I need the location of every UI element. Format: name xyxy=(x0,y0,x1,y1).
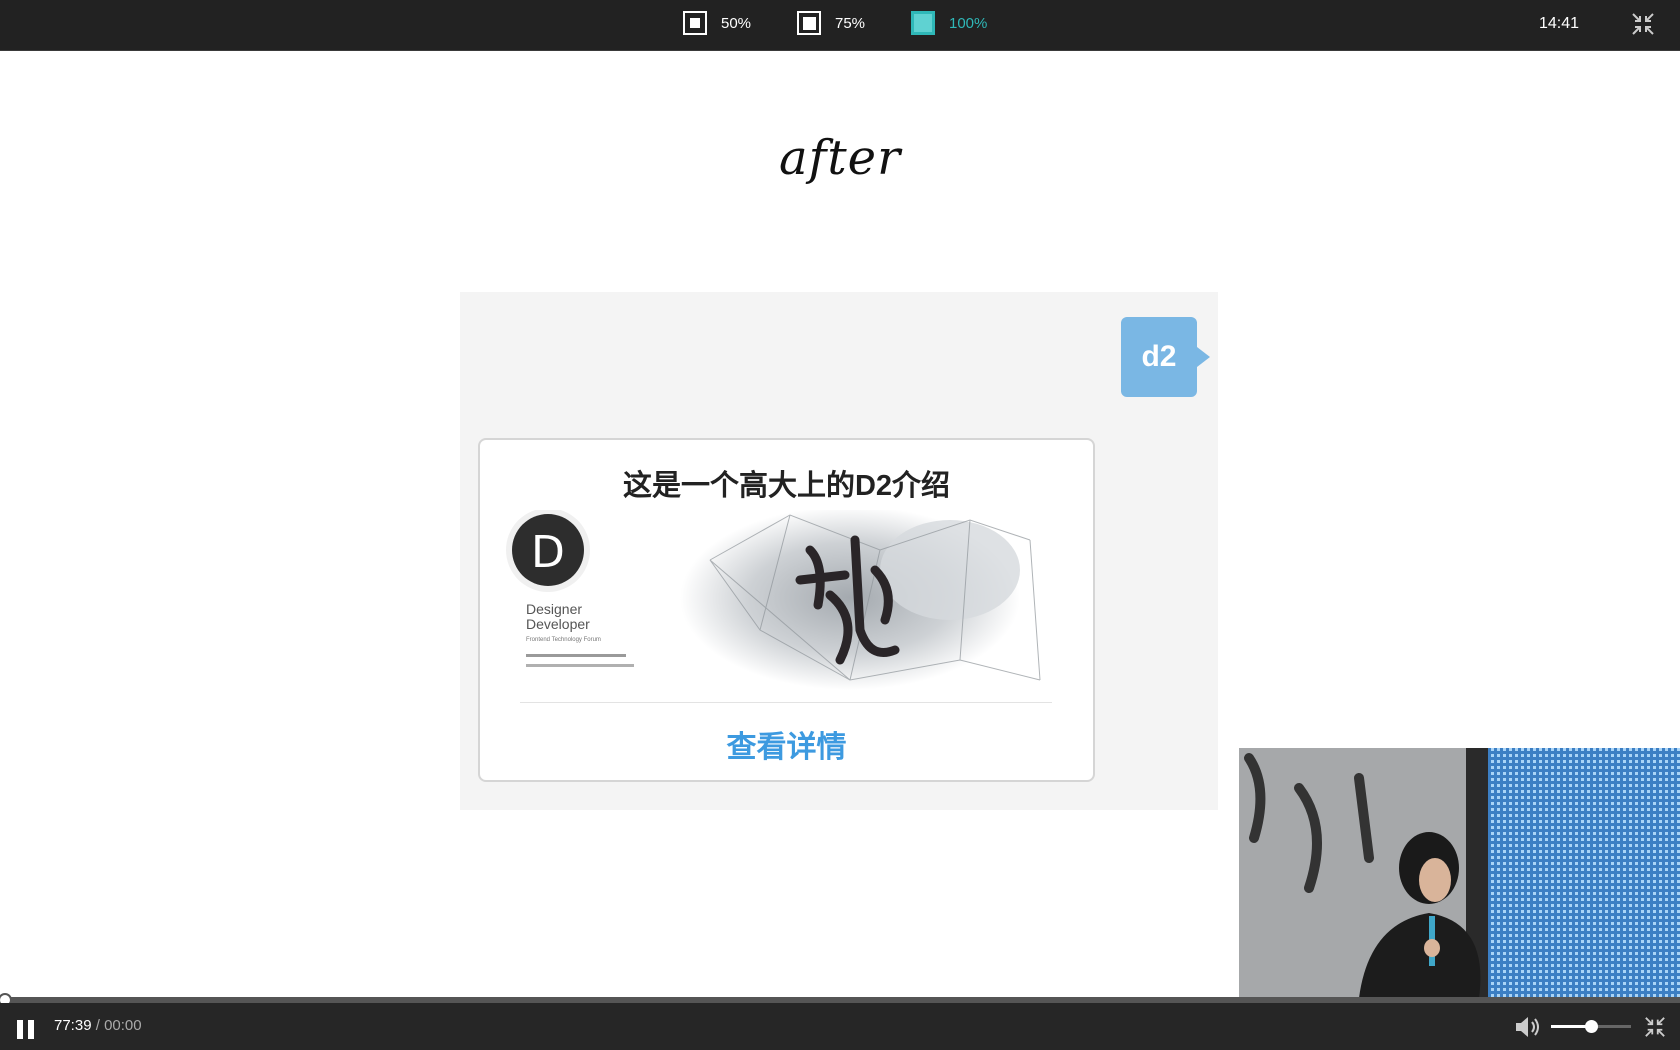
card-divider xyxy=(520,702,1052,703)
slide-title: after xyxy=(778,130,902,186)
chat-preview: d2 这是一个高大上的D2介绍 D Designer Developer Fro… xyxy=(460,292,1218,810)
exit-fullscreen-icon[interactable] xyxy=(1631,12,1655,36)
pause-icon[interactable] xyxy=(17,1020,35,1039)
current-time: 77:39 xyxy=(54,1017,92,1034)
exit-fullscreen-icon[interactable] xyxy=(1644,1016,1666,1038)
speaker-video[interactable] xyxy=(1239,748,1680,998)
playback-time: 77:39 / 00:00 xyxy=(54,1017,142,1034)
avatar: d2 xyxy=(1121,317,1210,397)
card-banner-image: D Designer Developer Frontend Technology… xyxy=(500,510,1052,692)
zoom-100-option[interactable]: 100% xyxy=(911,10,987,36)
banner-text-developer: Developer xyxy=(526,616,590,632)
view-details-link[interactable]: 查看详情 xyxy=(480,722,1093,766)
zoom-100-icon xyxy=(911,11,935,35)
zoom-75-label: 75% xyxy=(835,14,866,32)
zoom-50-label: 50% xyxy=(721,14,752,32)
total-time: 00:00 xyxy=(104,1017,142,1034)
time-separator: / xyxy=(95,1017,100,1034)
message-card: 这是一个高大上的D2介绍 D Designer Developer Fronte… xyxy=(478,438,1095,782)
player-controls: 77:39 / 00:00 xyxy=(0,1003,1680,1050)
zoom-75-icon xyxy=(797,11,821,35)
zoom-50-option[interactable]: 50% xyxy=(683,10,751,36)
volume-slider[interactable] xyxy=(1551,1020,1631,1033)
logo-letter: D xyxy=(531,527,565,578)
clock: 14:41 xyxy=(1538,15,1579,32)
volume-handle[interactable] xyxy=(1585,1020,1598,1033)
speaker-icon[interactable] xyxy=(1514,1016,1542,1038)
zoom-50-icon xyxy=(683,11,707,35)
zoom-100-label: 100% xyxy=(949,14,988,32)
top-toolbar: 50% 75% 100% 14:41 xyxy=(0,0,1680,51)
zoom-75-option[interactable]: 75% xyxy=(797,10,865,36)
banner-text-forum: Frontend Technology Forum xyxy=(526,637,601,643)
card-title: 这是一个高大上的D2介绍 xyxy=(622,470,951,502)
banner-text-designer: Designer xyxy=(526,601,582,617)
